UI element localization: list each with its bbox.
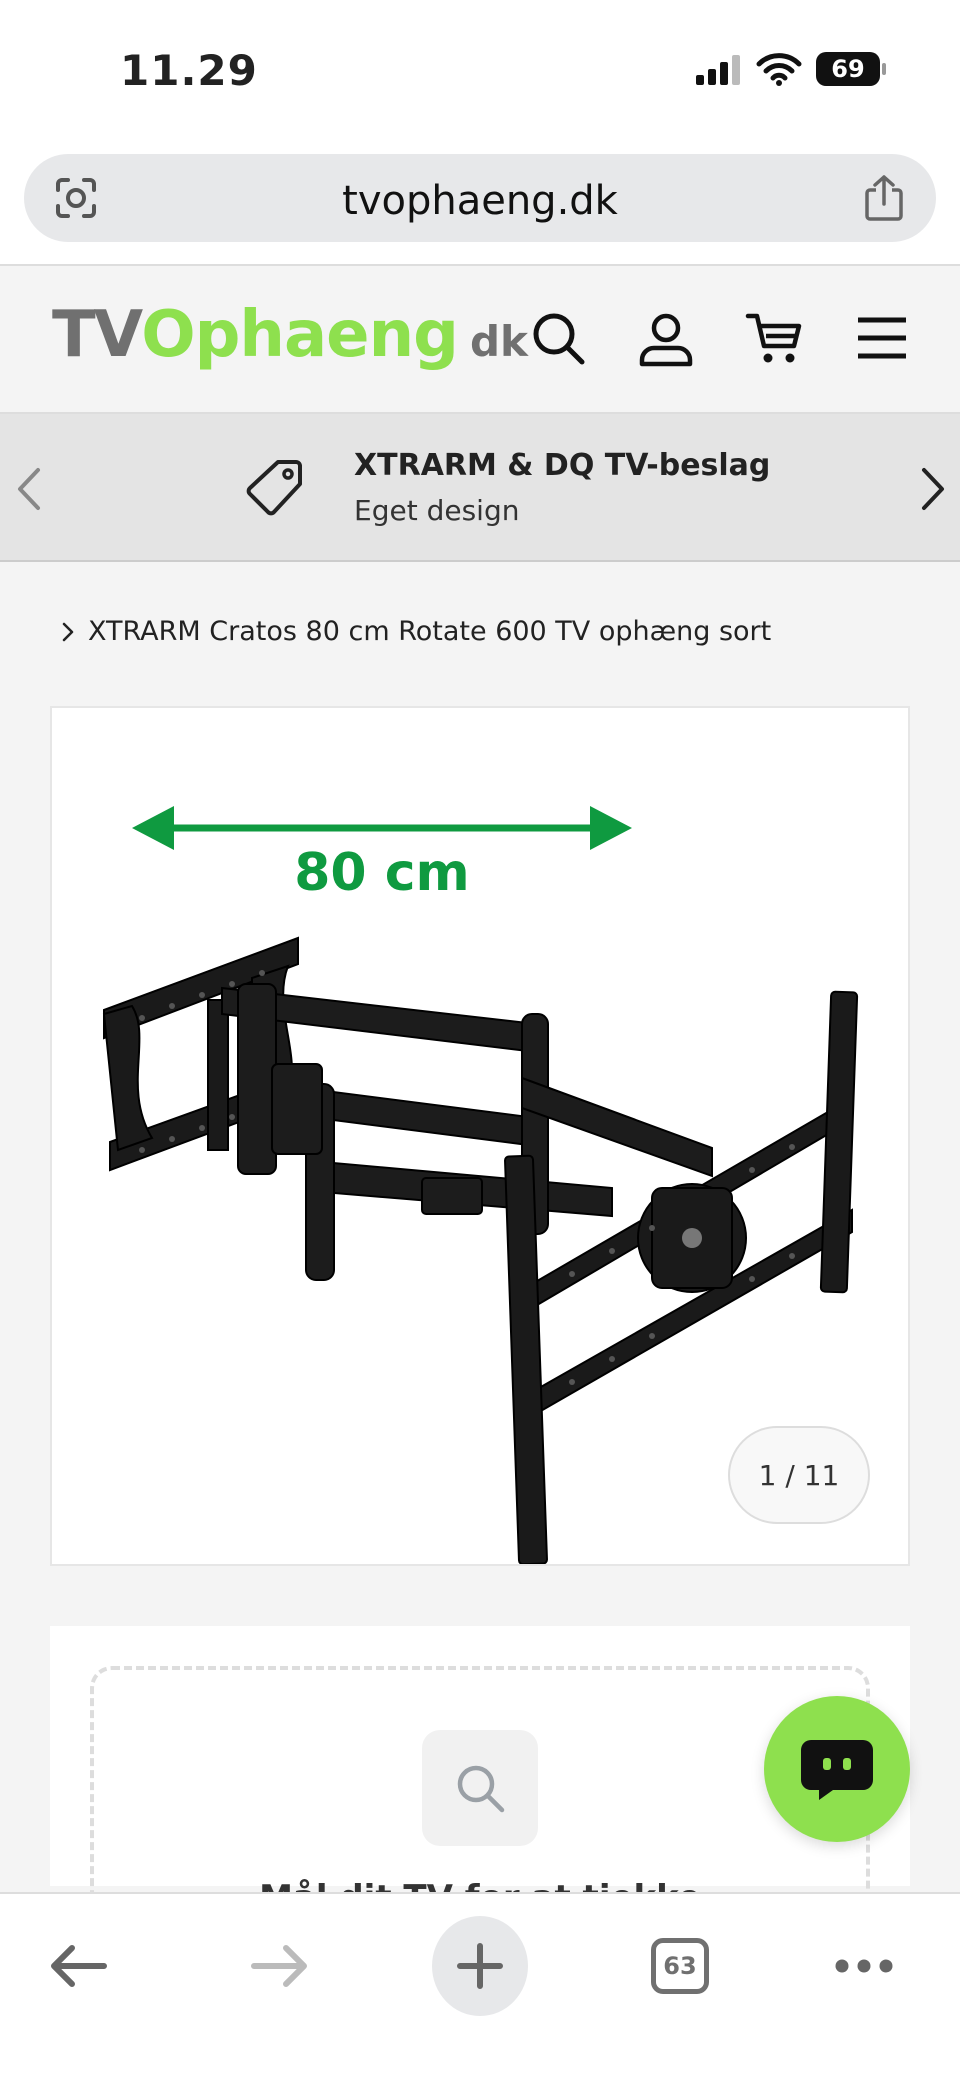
- product-image-gallery[interactable]: 80 cm 1 / 11: [50, 706, 910, 1566]
- status-bar: 11.29 69: [0, 0, 960, 140]
- tabs-button[interactable]: 63: [632, 1918, 728, 2014]
- breadcrumb-current[interactable]: XTRARM Cratos 80 cm Rotate 600 TV ophæng…: [88, 616, 771, 647]
- chevron-right-icon[interactable]: [918, 464, 948, 514]
- tabs-icon: 63: [651, 1938, 709, 1994]
- site-logo[interactable]: TVOphaeng dk: [52, 298, 528, 372]
- chat-button[interactable]: [764, 1696, 910, 1842]
- chevron-left-icon[interactable]: [14, 464, 44, 514]
- tv-search-box[interactable]: [422, 1730, 538, 1846]
- forward-arrow-icon: [251, 1945, 307, 1987]
- battery-icon: 69: [816, 52, 886, 86]
- image-counter: 1 / 11: [728, 1426, 870, 1524]
- plus-icon: [457, 1943, 503, 1989]
- tag-icon: [246, 460, 302, 516]
- announcement-title: XTRARM & DQ TV-beslag: [354, 448, 771, 483]
- search-icon: [457, 1765, 505, 1813]
- breadcrumb: XTRARM Cratos 80 cm Rotate 600 TV ophæng…: [60, 616, 771, 647]
- announcement-subtitle: Eget design: [354, 494, 520, 527]
- account-icon[interactable]: [636, 308, 696, 368]
- site-header: TVOphaeng dk: [0, 268, 960, 414]
- back-button[interactable]: [30, 1918, 126, 2014]
- chat-bubble-icon: [801, 1740, 873, 1800]
- more-button[interactable]: [816, 1918, 912, 2014]
- wifi-icon: [756, 53, 802, 86]
- plus-circle: [432, 1916, 528, 2016]
- announcement-bar: XTRARM & DQ TV-beslag Eget design: [0, 414, 960, 562]
- more-icon: [835, 1959, 893, 1973]
- page: 11.29 69 tvophaeng.dk TVOphaeng dk XTRAR…: [0, 0, 960, 2081]
- browser-toolbar: 63: [0, 1892, 960, 2081]
- url-text: tvophaeng.dk: [342, 178, 618, 224]
- cart-icon[interactable]: [744, 308, 804, 368]
- logo-dk: dk: [469, 317, 528, 366]
- forward-button[interactable]: [232, 1918, 328, 2014]
- status-icons: 69: [694, 52, 886, 86]
- logo-ophaeng: Ophaeng: [141, 298, 459, 372]
- chevron-right-small-icon: [62, 622, 74, 641]
- share-icon[interactable]: [862, 174, 906, 222]
- logo-tv: TV: [52, 298, 143, 372]
- browser-url-area: tvophaeng.dk: [0, 140, 960, 266]
- address-bar[interactable]: tvophaeng.dk: [24, 154, 936, 242]
- back-arrow-icon: [51, 1945, 107, 1987]
- dimension-label: 80 cm: [294, 843, 469, 903]
- menu-icon[interactable]: [852, 308, 912, 368]
- new-tab-button[interactable]: [432, 1916, 528, 2016]
- search-icon[interactable]: [528, 308, 588, 368]
- status-time: 11.29: [120, 46, 258, 95]
- cellular-signal-icon: [696, 55, 740, 85]
